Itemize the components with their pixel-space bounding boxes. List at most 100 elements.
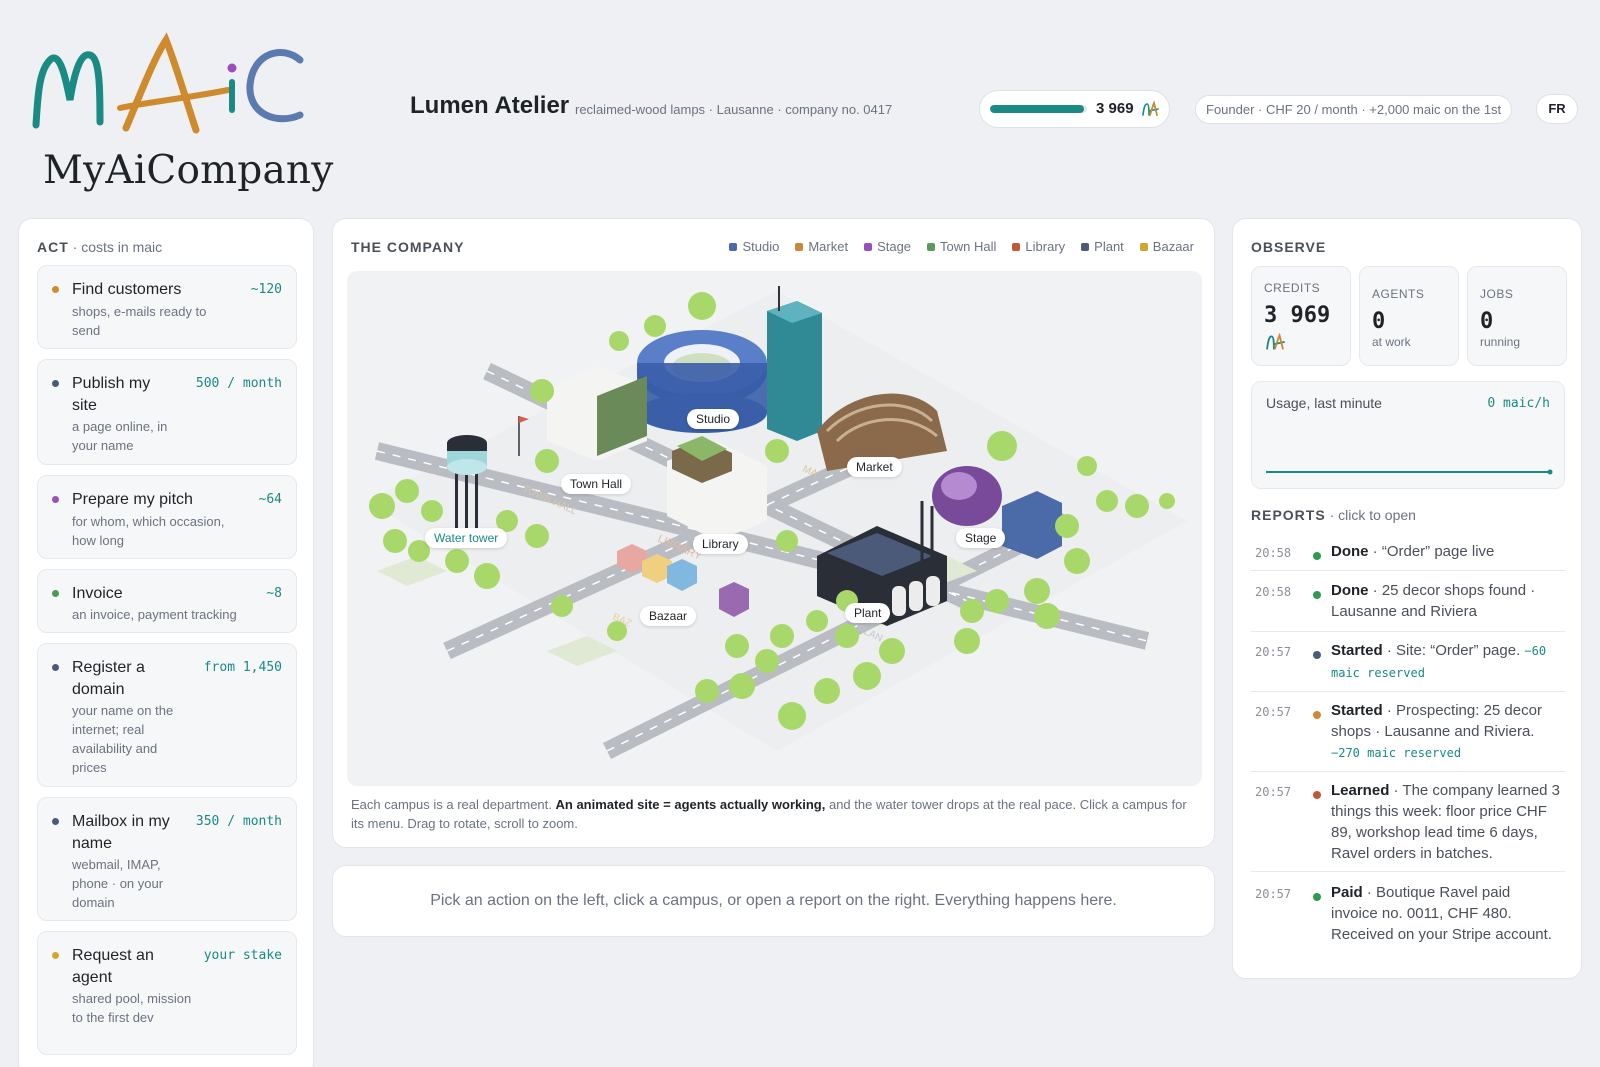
act-item-title: Request an agent	[72, 947, 154, 986]
company-map-title-label: THE COMPANY	[351, 239, 465, 255]
act-item-title: Invoice	[72, 585, 123, 602]
legend-label: Library	[1025, 239, 1066, 254]
act-dot	[52, 590, 59, 597]
map-label-market[interactable]: Market	[847, 457, 902, 477]
act-item-title: Publish my site	[72, 375, 151, 414]
report-time: 20:57	[1255, 785, 1292, 799]
act-item-invoice[interactable]: Invoice an invoice, payment tracking ~8	[37, 569, 297, 633]
report-time: 20:58	[1255, 585, 1292, 599]
plan-pill[interactable]: Founder · CHF 20 / month · +2,000 maic o…	[1195, 95, 1513, 124]
stat-sub: at work	[1372, 335, 1411, 349]
act-item-request-agent[interactable]: Request an agent shared pool, mission to…	[37, 931, 297, 1055]
report-status-dot	[1313, 552, 1321, 560]
act-item-prepare-pitch[interactable]: Prepare my pitch for whom, which occasio…	[37, 475, 297, 559]
act-item-cost: 350 / month	[195, 814, 282, 829]
reports-title-label: REPORTS	[1251, 507, 1326, 523]
act-item-publish-site[interactable]: Publish my site a page online, in your n…	[37, 359, 297, 465]
act-item-cost: ~8	[266, 586, 282, 601]
stat-sub: running	[1480, 335, 1521, 349]
usage-sparkline	[1266, 469, 1553, 475]
map-label-bazaar[interactable]: Bazaar	[640, 606, 697, 626]
credits-pill[interactable]: 3 969	[979, 90, 1170, 128]
legend-label: Studio	[742, 239, 780, 254]
map-label-plant[interactable]: Plant	[845, 603, 891, 623]
isometric-city-map[interactable]: TOWN HALL LIBRARY MA BAZ PLAN Studio Mar…	[347, 271, 1202, 786]
legend-item-bazaar: Bazaar	[1139, 239, 1194, 254]
act-item-desc: for whom, which occasion, how long	[72, 514, 225, 548]
act-item-title: Prepare my pitch	[72, 491, 193, 508]
act-item-desc: a page online, in your name	[72, 419, 168, 453]
act-item-title: Register a domain	[72, 659, 145, 698]
act-item-cost: ~64	[258, 492, 282, 507]
map-caption: Each campus is a real department. An ani…	[351, 795, 1196, 833]
act-item-desc: an invoice, payment tracking	[72, 607, 237, 622]
company-map-title: THE COMPANY	[351, 239, 464, 255]
report-text: Learned · The company learned 3 things t…	[1331, 780, 1561, 864]
legend-item-plant: Plant	[1081, 239, 1124, 254]
brand-name: MyAiCompany	[43, 148, 334, 193]
legend-item-library: Library	[1012, 239, 1065, 254]
observe-panel: OBSERVE CREDITS 3 969 AGENTS 0 at work J…	[1232, 218, 1582, 979]
stat-label: JOBS	[1480, 287, 1514, 301]
act-item-cost: ~120	[250, 282, 282, 297]
campus-legend: Studio Market Stage Town Hall Library Pl…	[729, 239, 1194, 254]
map-label-studio[interactable]: Studio	[687, 409, 740, 429]
map-label-water-tower[interactable]: Water tower	[425, 528, 508, 548]
legend-swatch	[1012, 242, 1021, 251]
legend-label: Plant	[1094, 239, 1124, 254]
act-item-register-domain[interactable]: Register a domain your name on the inter…	[37, 643, 297, 787]
credits-progress-bar	[990, 105, 1087, 113]
report-item[interactable]: 20:57 Started · Site: “Order” page. −60 …	[1251, 640, 1565, 692]
maic-coin-icon	[1266, 333, 1285, 350]
legend-label: Town Hall	[940, 239, 997, 254]
observe-title-label: OBSERVE	[1251, 239, 1327, 255]
report-status-dot	[1313, 591, 1321, 599]
report-reserved: −270 maic reserved	[1331, 746, 1462, 760]
legend-swatch	[1081, 242, 1090, 251]
report-status-dot	[1313, 893, 1321, 901]
stat-jobs: JOBS 0 running	[1467, 266, 1567, 366]
act-item-cost: your stake	[203, 948, 282, 963]
stat-value: 3 969	[1264, 303, 1331, 328]
report-item[interactable]: 20:57 Started · Prospecting: 25 decor sh…	[1251, 700, 1565, 772]
act-dot	[52, 286, 59, 293]
report-text: Started · Site: “Order” page. −60 maic r…	[1331, 640, 1561, 684]
stat-credits: CREDITS 3 969	[1251, 266, 1351, 366]
act-item-find-customers[interactable]: Find customers shops, e-mails ready to s…	[37, 265, 297, 349]
act-item-desc: shops, e-mails ready to send	[72, 304, 207, 338]
report-text: Done · “Order” page live	[1331, 541, 1561, 562]
stat-label: AGENTS	[1372, 287, 1425, 301]
report-body: · “Order” page live	[1368, 543, 1495, 560]
workspace-hint-text: Pick an action on the left, click a camp…	[430, 892, 1117, 909]
act-item-title: Find customers	[72, 281, 182, 298]
report-body: · Site: “Order” page.	[1382, 642, 1525, 659]
act-title: ACT · costs in maic	[37, 239, 162, 255]
report-status-dot	[1313, 651, 1321, 659]
act-dot	[52, 818, 59, 825]
stat-value: 0	[1480, 309, 1494, 334]
report-text: Done · 25 decor shops found · Lausanne a…	[1331, 580, 1561, 622]
map-label-town-hall[interactable]: Town Hall	[561, 474, 632, 494]
map-label-library[interactable]: Library	[693, 534, 748, 554]
caption-part: Each campus is a real department.	[351, 797, 552, 812]
legend-item-town-hall: Town Hall	[927, 239, 996, 254]
stat-label: CREDITS	[1264, 281, 1321, 295]
legend-swatch	[864, 242, 873, 251]
report-item[interactable]: 20:57 Paid · Boutique Ravel paid invoice…	[1251, 882, 1565, 954]
act-dot	[52, 952, 59, 959]
report-item[interactable]: 20:58 Done · “Order” page live	[1251, 541, 1565, 571]
caption-emphasis: An animated site = agents actually worki…	[555, 797, 826, 812]
language-button[interactable]: FR	[1536, 94, 1578, 124]
map-label-stage[interactable]: Stage	[956, 528, 1006, 548]
report-kind: Started	[1331, 702, 1383, 719]
act-item-title: Mailbox in my name	[72, 813, 170, 852]
legend-label: Stage	[877, 239, 912, 254]
act-subtitle: · costs in maic	[72, 239, 163, 255]
act-item-mailbox[interactable]: Mailbox in my name webmail, IMAP, phone …	[37, 797, 297, 921]
report-item[interactable]: 20:57 Learned · The company learned 3 th…	[1251, 780, 1565, 872]
report-item[interactable]: 20:58 Done · 25 decor shops found · Laus…	[1251, 580, 1565, 632]
usage-chart: Usage, last minute 0 maic/h	[1251, 381, 1565, 489]
report-status-dot	[1313, 711, 1321, 719]
act-item-desc: webmail, IMAP, phone · on your domain	[72, 857, 164, 910]
report-time: 20:58	[1255, 546, 1292, 560]
